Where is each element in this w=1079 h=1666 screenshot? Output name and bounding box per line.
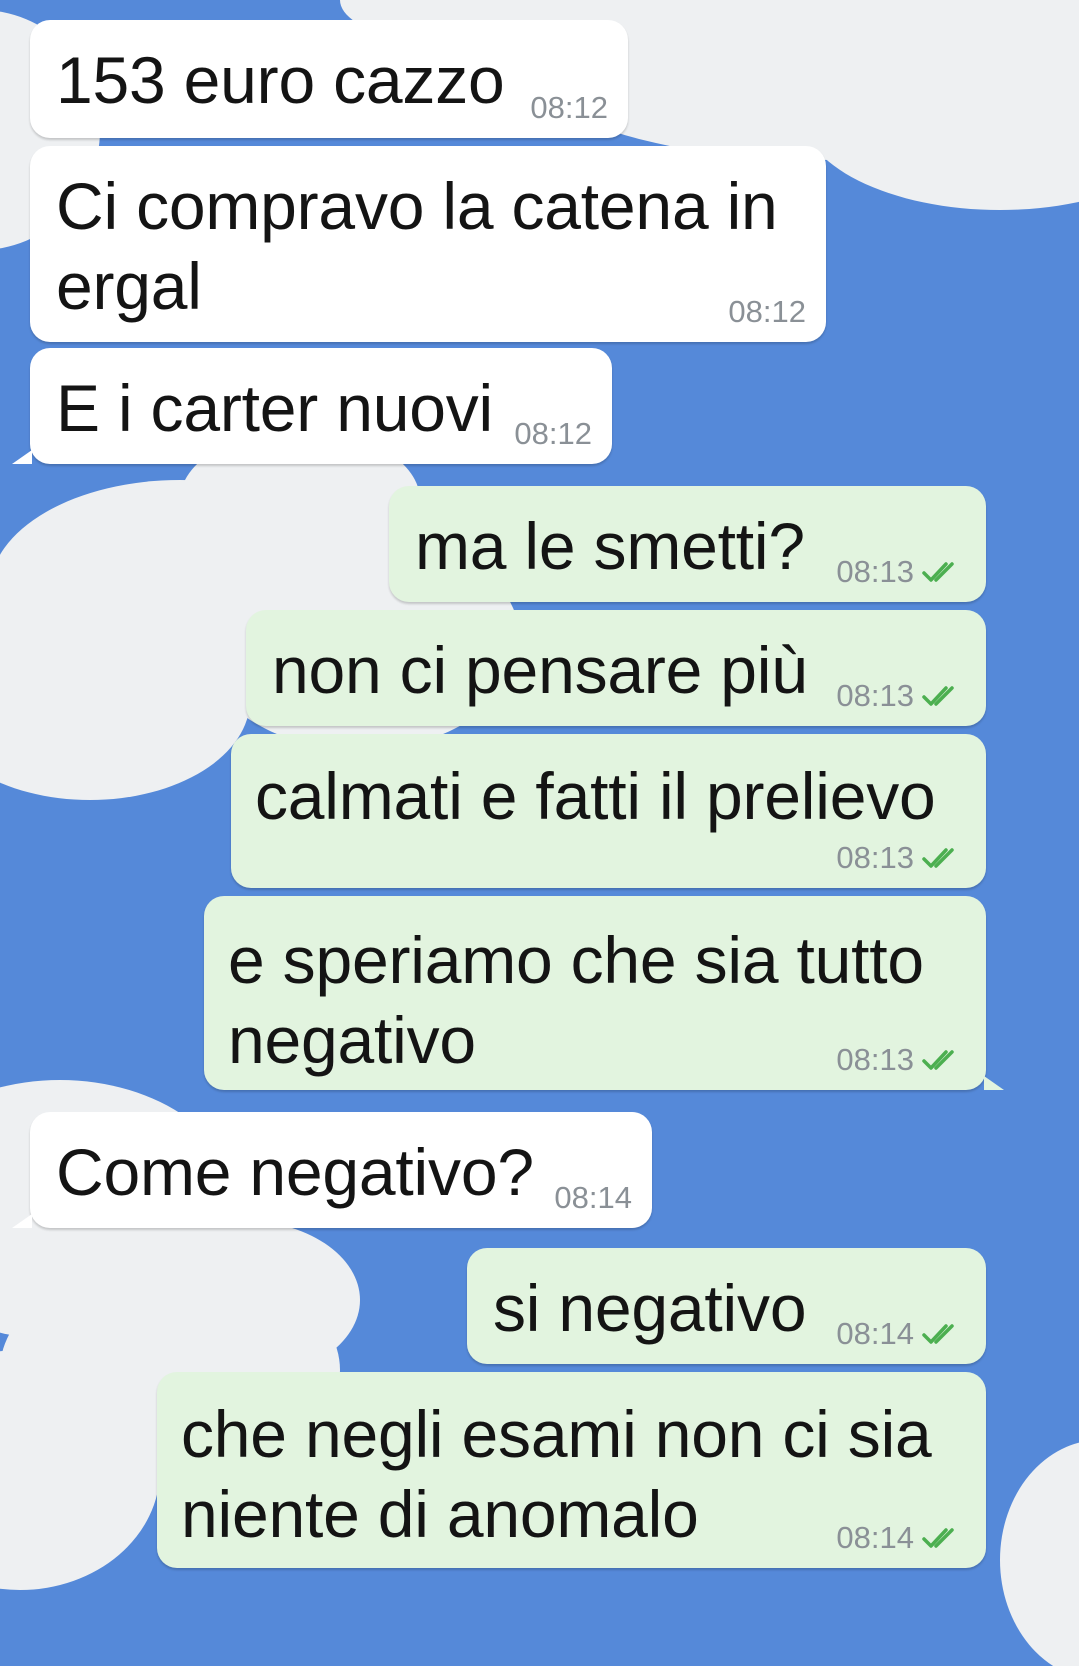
message-bubble-outgoing[interactable]: si negativo 08:14 [467, 1248, 986, 1364]
message-bubble-outgoing[interactable]: e speriamo che sia tutto negativo 08:13 [204, 896, 1004, 1090]
message-time: 08:12 [530, 90, 608, 125]
message-time: 08:12 [514, 416, 592, 451]
message-meta: 08:13 [836, 1042, 966, 1078]
message-meta: 08:13 [836, 840, 966, 876]
message-meta: 08:13 [836, 678, 966, 714]
message-text: ma le smetti? [415, 509, 805, 583]
message-time: 08:14 [836, 1520, 914, 1555]
message-text: si negativo [493, 1271, 807, 1345]
message-text: 153 euro cazzo [56, 43, 505, 117]
message-meta: 08:12 [728, 294, 806, 330]
message-bubble-incoming[interactable]: Come negativo? 08:14 [12, 1112, 652, 1228]
message-meta: 08:14 [554, 1180, 632, 1216]
double-check-icon [922, 562, 954, 582]
message-meta: 08:14 [836, 1520, 966, 1556]
message-bubble-outgoing[interactable]: che negli esami non ci sia niente di ano… [157, 1372, 986, 1568]
message-bubble-incoming[interactable]: Ci compravo la catena in ergal 08:12 [30, 146, 826, 342]
message-time: 08:14 [554, 1180, 632, 1215]
message-time: 08:12 [728, 294, 806, 329]
message-time: 08:13 [836, 554, 914, 589]
message-meta: 08:13 [836, 554, 966, 590]
message-text: Come negativo? [56, 1135, 534, 1209]
message-bubble-incoming[interactable]: 153 euro cazzo 08:12 [30, 20, 628, 138]
message-meta: 08:12 [530, 90, 608, 126]
message-bubble-outgoing[interactable]: non ci pensare più 08:13 [246, 610, 986, 726]
message-text: E i carter nuovi [56, 371, 493, 445]
message-meta: 08:14 [836, 1316, 966, 1352]
message-text: Ci compravo la catena in ergal [56, 169, 778, 323]
message-time: 08:13 [836, 840, 914, 875]
message-text: che negli esami non ci sia niente di ano… [181, 1397, 932, 1551]
message-bubble-outgoing[interactable]: ma le smetti? 08:13 [389, 486, 986, 602]
message-text: calmati e fatti il prelievo [255, 759, 936, 833]
double-check-icon [922, 1050, 954, 1070]
message-time: 08:13 [836, 1042, 914, 1077]
message-list[interactable]: 153 euro cazzo 08:12 Ci compravo la cate… [0, 0, 1079, 1666]
message-bubble-outgoing[interactable]: calmati e fatti il prelievo 08:13 [231, 734, 986, 888]
double-check-icon [922, 848, 954, 868]
double-check-icon [922, 1528, 954, 1548]
message-meta: 08:12 [514, 416, 592, 452]
message-time: 08:14 [836, 1316, 914, 1351]
message-bubble-incoming[interactable]: E i carter nuovi 08:12 [12, 348, 612, 464]
message-text: non ci pensare più [272, 633, 808, 707]
message-text: e speriamo che sia tutto negativo [228, 923, 924, 1077]
double-check-icon [922, 1324, 954, 1344]
double-check-icon [922, 686, 954, 706]
message-time: 08:13 [836, 678, 914, 713]
